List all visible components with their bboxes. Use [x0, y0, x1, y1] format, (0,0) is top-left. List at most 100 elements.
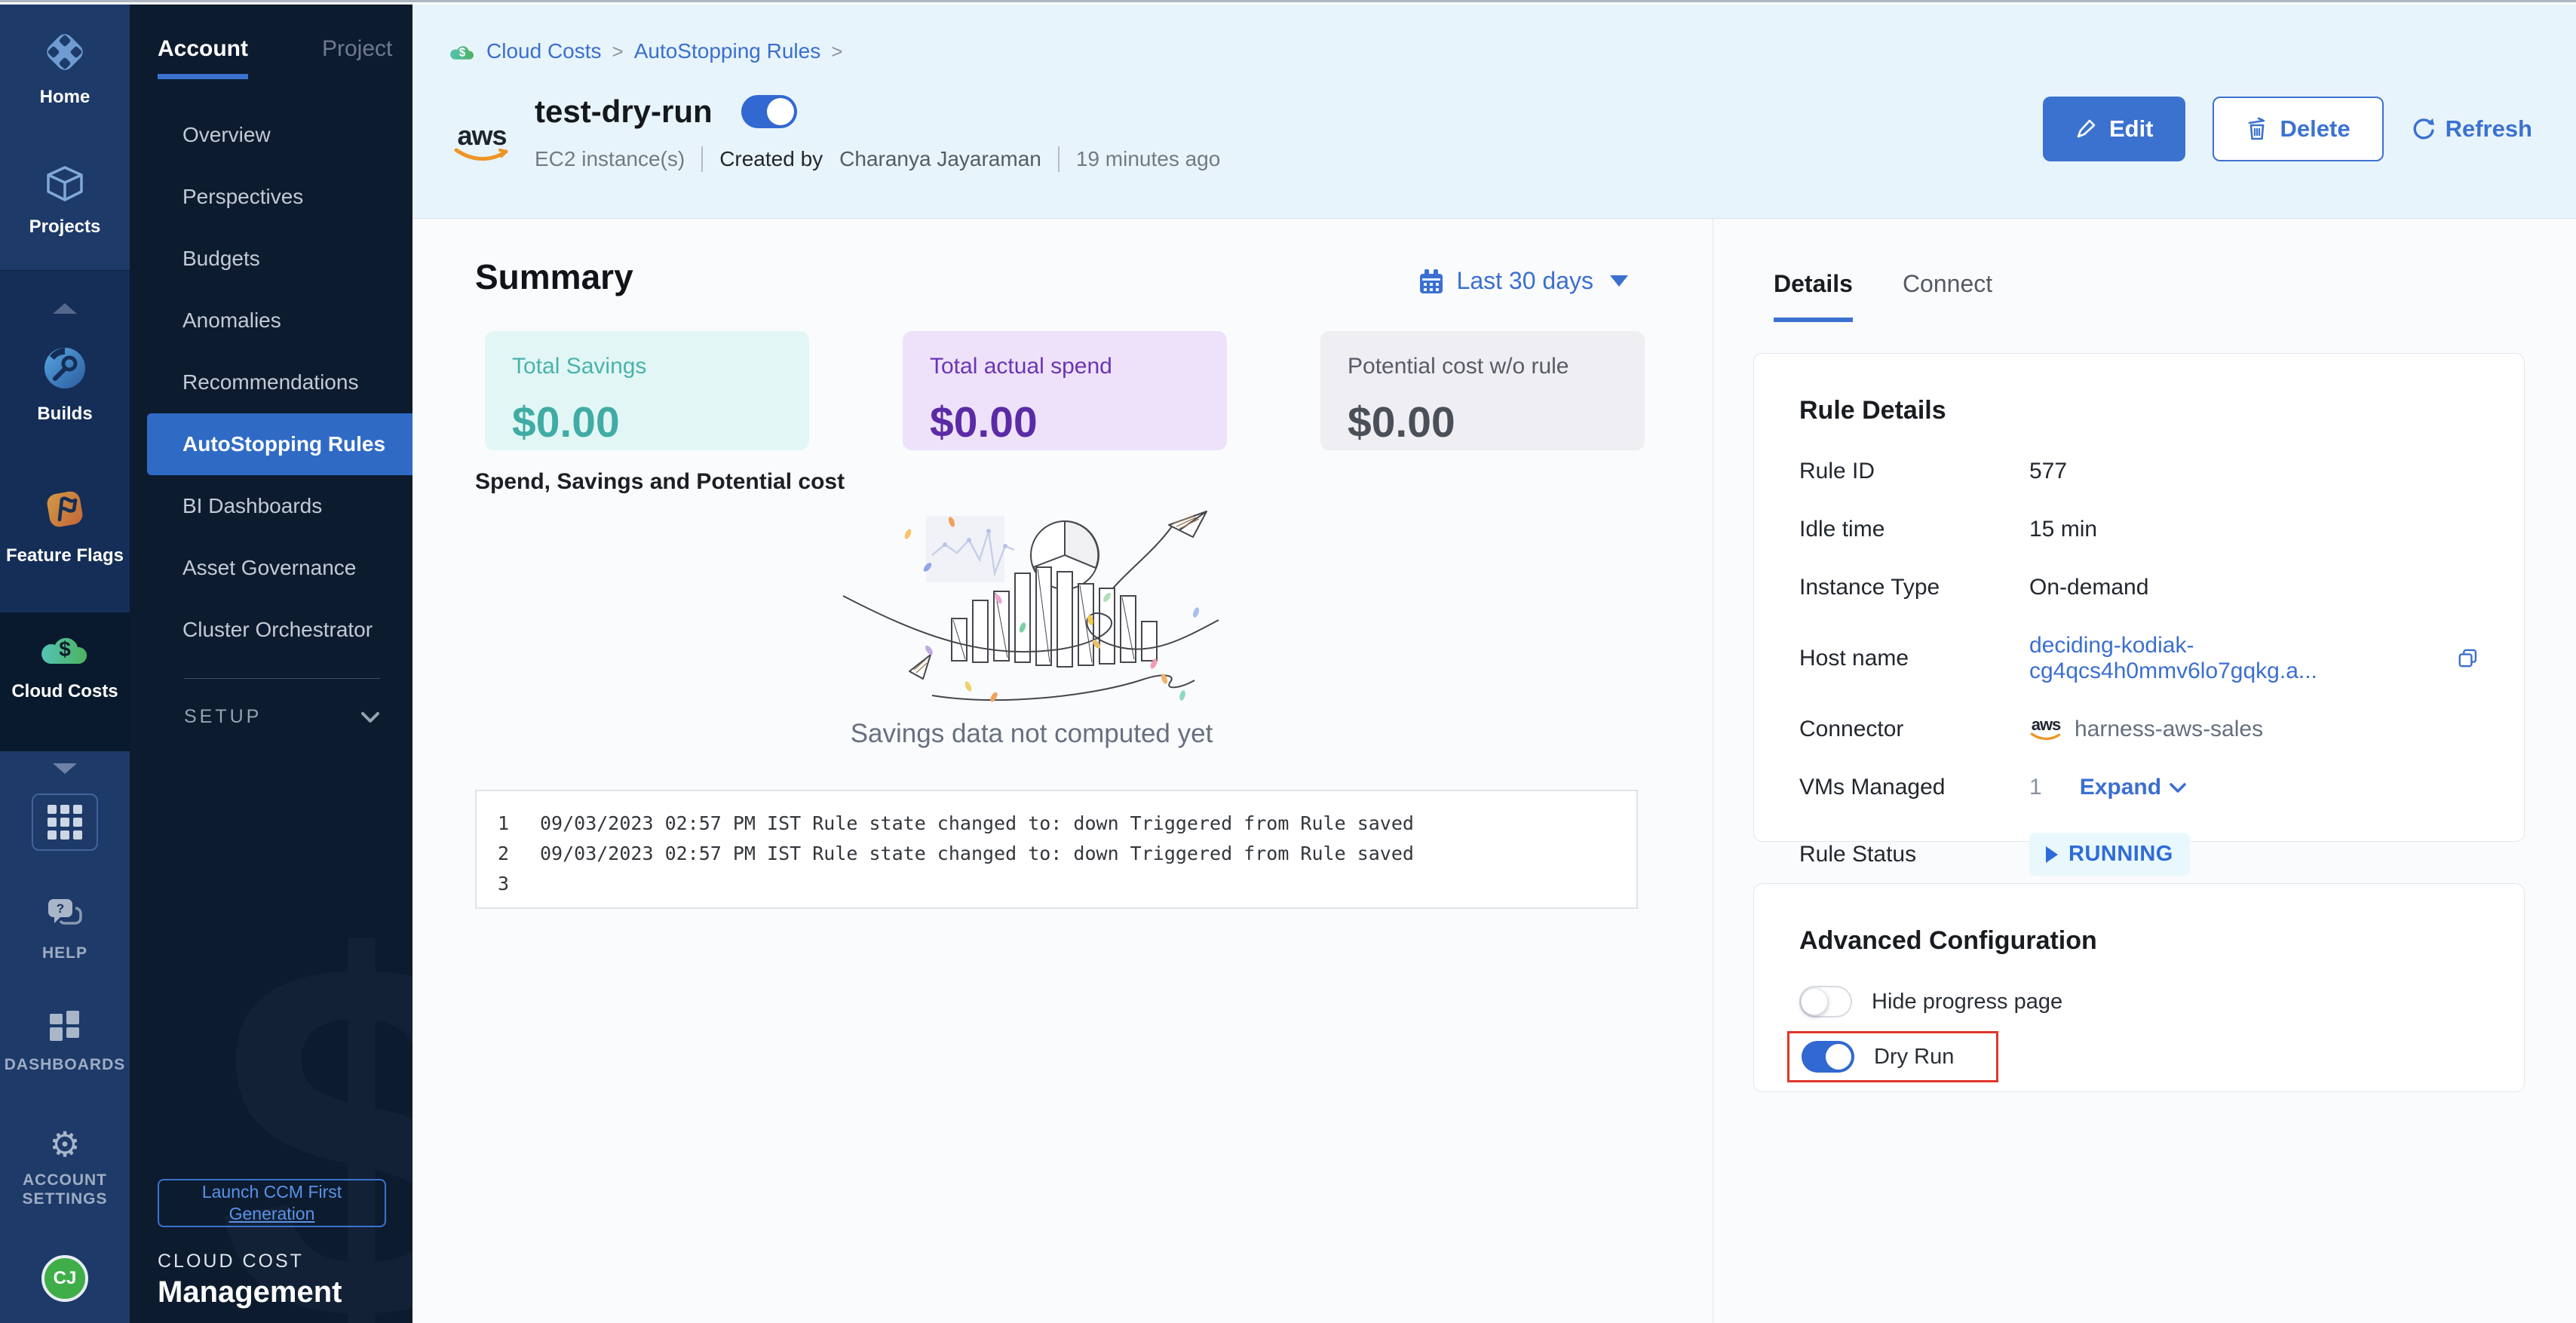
pencil-icon	[2075, 118, 2097, 140]
trash-icon	[2246, 117, 2268, 141]
row-label: Connector	[1799, 717, 2029, 742]
toggle-knob	[1826, 1044, 1851, 1070]
sidebar-item-perspectives[interactable]: Perspectives	[130, 166, 412, 228]
sidebar-item-bi-dashboards[interactable]: BI Dashboards	[130, 475, 412, 537]
instance-type-row: Instance Type On-demand	[1799, 575, 2479, 600]
summary-section: Summary Last 30 days Total Savi	[412, 219, 1713, 1323]
tab-connect[interactable]: Connect	[1903, 270, 1992, 322]
sidebar-item-cluster-orchestrator[interactable]: Cluster Orchestrator	[130, 599, 412, 661]
vms-count: 1	[2029, 775, 2042, 800]
log-line-number: 1	[498, 812, 517, 834]
chevron-up-icon	[53, 303, 77, 314]
total-savings-card: Total Savings $0.00	[485, 331, 809, 450]
rule-details-rows: Rule ID 577 Idle time 15 min Instance Ty…	[1799, 459, 2479, 876]
host-name-link[interactable]: deciding-kodiak-cg4qcs4h0mmv6lo7gqkg.a..…	[2029, 633, 2446, 684]
rail-item-dashboards[interactable]: DASHBOARDS	[0, 1009, 130, 1074]
sidebar-item-autostopping-rules[interactable]: AutoStopping Rules	[147, 413, 412, 475]
rail-item-apps[interactable]	[0, 793, 130, 851]
tab-project[interactable]: Project	[322, 36, 392, 79]
sidebar-item-recommendations[interactable]: Recommendations	[130, 351, 412, 413]
connector-row: Connector aws harness-aws-sales	[1799, 717, 2479, 742]
vms-expand-link[interactable]: Expand	[2080, 775, 2187, 800]
tab-account[interactable]: Account	[158, 36, 248, 79]
rail-collapse-chevron[interactable]	[0, 303, 130, 314]
sidebar-item-anomalies[interactable]: Anomalies	[130, 290, 412, 351]
hide-progress-toggle[interactable]	[1799, 986, 1852, 1018]
total-actual-spend-card: Total actual spend $0.00	[903, 331, 1227, 450]
empty-state-message: Savings data not computed yet	[412, 719, 1651, 749]
app-root: Home Projects	[0, 0, 2576, 1323]
dry-run-toggle[interactable]	[1802, 1041, 1854, 1073]
page-header: $ Cloud Costs > AutoStopping Rules > aws…	[412, 5, 2576, 219]
dashboards-icon	[48, 1009, 81, 1046]
chevron-down-icon	[2169, 782, 2187, 793]
refresh-button[interactable]: Refresh	[2411, 115, 2532, 143]
harness-logo-icon	[43, 30, 87, 78]
row-label: Instance Type	[1799, 575, 2029, 600]
rail-item-account-settings[interactable]: ⚙ ACCOUNT SETTINGS	[0, 1127, 130, 1208]
created-by-name: Charanya Jayaraman	[839, 147, 1041, 171]
copy-icon[interactable]	[2458, 647, 2479, 670]
idle-time-row: Idle time 15 min	[1799, 517, 2479, 542]
log-line-text: 09/03/2023 02:57 PM IST Rule state chang…	[540, 812, 1414, 834]
help-chat-icon: ?	[45, 896, 84, 935]
edit-label: Edit	[2109, 115, 2154, 143]
resource-type: EC2 instance(s)	[535, 147, 685, 171]
hide-progress-row: Hide progress page	[1799, 986, 2479, 1018]
setup-label: SETUP	[184, 706, 262, 728]
chart-section-title: Spend, Savings and Potential cost	[475, 469, 845, 495]
rail-item-label: Feature Flags	[6, 545, 124, 566]
date-range-dropdown[interactable]: Last 30 days	[1418, 267, 1628, 295]
rail-item-cloud-costs[interactable]: $ Cloud Costs	[0, 628, 130, 702]
card-value: $0.00	[512, 398, 782, 447]
delete-button[interactable]: Delete	[2213, 97, 2384, 161]
header-actions: Edit Delete Refresh	[2043, 97, 2532, 161]
sidebar-divider	[184, 678, 380, 679]
launch-button-line1: Launch CCM First	[202, 1182, 342, 1202]
rail-item-projects[interactable]: Projects	[0, 164, 130, 238]
tab-details[interactable]: Details	[1774, 270, 1853, 322]
aws-logo: aws	[449, 124, 515, 172]
rail-item-help[interactable]: ? HELP	[0, 896, 130, 962]
rail-expand-chevron[interactable]	[0, 763, 130, 774]
launch-ccm-first-gen-button[interactable]: Launch CCM First Generation	[158, 1179, 386, 1227]
row-label: VMs Managed	[1799, 775, 2029, 800]
rule-enabled-toggle[interactable]	[741, 95, 797, 128]
dry-run-highlight-box: Dry Run	[1787, 1031, 1998, 1082]
delete-label: Delete	[2280, 115, 2351, 143]
feature-flags-icon	[41, 486, 88, 536]
details-panel-tabs: Details Connect	[1774, 270, 1992, 322]
breadcrumb: $ Cloud Costs > AutoStopping Rules >	[449, 39, 842, 63]
refresh-icon	[2411, 116, 2436, 142]
rail-item-profile[interactable]: CJ	[0, 1255, 130, 1302]
toggle-knob	[1801, 988, 1828, 1015]
status-badge: RUNNING	[2029, 833, 2190, 876]
sidebar-item-asset-governance[interactable]: Asset Governance	[130, 537, 412, 599]
card-label: Total Savings	[512, 354, 782, 379]
rail-item-label: Builds	[37, 404, 92, 425]
log-line: 3	[498, 868, 1615, 898]
rail-item-label: Projects	[29, 216, 101, 238]
aws-logo-text: aws	[457, 124, 506, 148]
sidebar-setup-toggle[interactable]: SETUP	[184, 706, 380, 728]
card-value: $0.00	[930, 398, 1200, 447]
rail-item-builds[interactable]: Builds	[0, 345, 130, 425]
breadcrumb-autostopping-rules[interactable]: AutoStopping Rules	[634, 39, 821, 63]
launch-button-line2: Generation	[229, 1204, 315, 1223]
log-line-number: 2	[498, 843, 517, 864]
sidebar-item-budgets[interactable]: Budgets	[130, 228, 412, 290]
caret-down-icon	[1610, 275, 1628, 287]
rule-details-card: Rule Details Rule ID 577 Idle time 15 mi…	[1753, 353, 2525, 842]
edit-button[interactable]: Edit	[2043, 97, 2185, 161]
cube-icon	[44, 164, 86, 207]
rail-item-feature-flags[interactable]: Feature Flags	[0, 486, 130, 566]
row-label: Rule Status	[1799, 842, 2029, 867]
breadcrumb-cloud-costs[interactable]: Cloud Costs	[486, 39, 602, 63]
connector-name: harness-aws-sales	[2075, 717, 2263, 742]
sidebar: $ Account Project Overview Perspectives …	[130, 5, 412, 1323]
product-brand: CLOUD COST Management	[158, 1251, 342, 1309]
rail-item-home[interactable]: Home	[0, 30, 130, 108]
sidebar-item-overview[interactable]: Overview	[130, 104, 412, 166]
chevron-down-icon	[360, 711, 380, 723]
module-rail: Home Projects	[0, 5, 130, 1323]
